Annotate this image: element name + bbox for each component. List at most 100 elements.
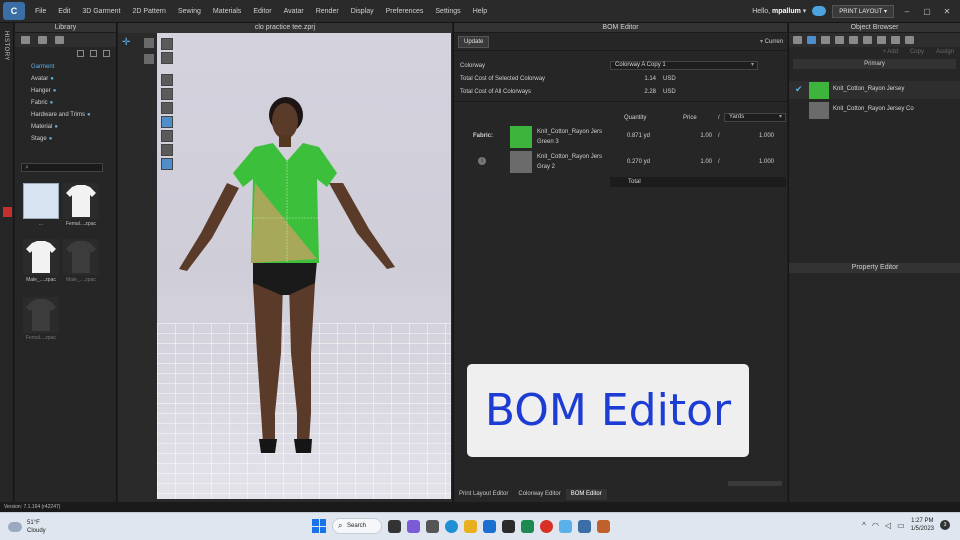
trim-icon[interactable] bbox=[877, 36, 886, 44]
tree-item-fabric[interactable]: Fabric ● bbox=[15, 97, 116, 109]
thumb-folder-icon[interactable] bbox=[23, 183, 59, 219]
pattern-icon[interactable] bbox=[161, 102, 173, 114]
maximize-icon[interactable]: ▢ bbox=[920, 7, 934, 16]
task-view-icon[interactable] bbox=[388, 519, 401, 533]
topstitch-icon[interactable] bbox=[849, 36, 858, 44]
list-item[interactable]: Knit_Cotton_Rayon Jersey Co bbox=[789, 101, 960, 119]
menu-materials[interactable]: Materials bbox=[207, 8, 247, 15]
camera-icon[interactable] bbox=[161, 38, 173, 50]
folder-link-icon[interactable] bbox=[55, 36, 64, 44]
taskbar-search[interactable]: Search bbox=[332, 518, 382, 534]
texture-icon[interactable] bbox=[161, 88, 173, 100]
history-marker-icon[interactable] bbox=[3, 207, 12, 217]
currency-dropdown[interactable]: ▾ Curren bbox=[760, 38, 787, 45]
volume-icon[interactable]: ◁ bbox=[885, 521, 891, 530]
battery-icon[interactable]: ▭ bbox=[897, 521, 905, 530]
app-logo[interactable]: C bbox=[3, 2, 25, 20]
file-explorer-icon[interactable] bbox=[464, 519, 477, 533]
tree-item-avatar[interactable]: Avatar ● bbox=[15, 73, 116, 85]
menu-settings[interactable]: Settings bbox=[429, 8, 466, 15]
tab-colorway-editor[interactable]: Colorway Editor bbox=[513, 489, 565, 500]
menu-avatar[interactable]: Avatar bbox=[278, 8, 310, 15]
fabric-price[interactable]: 1.00 bbox=[680, 133, 712, 139]
close-icon[interactable]: ✕ bbox=[940, 7, 954, 16]
widgets-icon[interactable] bbox=[426, 519, 439, 533]
excel-icon[interactable] bbox=[521, 519, 534, 533]
copy-button[interactable]: Copy bbox=[910, 49, 924, 55]
add-folder-icon[interactable] bbox=[90, 49, 97, 57]
fabric-per[interactable]: 1.000 bbox=[744, 133, 774, 139]
thumb-female-tee-dark[interactable] bbox=[23, 297, 59, 333]
cloud-icon[interactable] bbox=[812, 6, 827, 16]
fabric-swatch-gray[interactable] bbox=[510, 151, 532, 173]
clock[interactable]: 1:27 PM 1/5/2023 bbox=[911, 517, 934, 533]
other-app-icon[interactable] bbox=[597, 519, 610, 533]
minimize-icon[interactable]: – bbox=[900, 7, 914, 16]
select-tool-icon[interactable] bbox=[144, 38, 154, 48]
notification-badge[interactable]: 3 bbox=[940, 520, 950, 530]
list-icon[interactable] bbox=[793, 36, 802, 44]
primary-group[interactable]: Primary bbox=[793, 59, 956, 69]
tree-item-hardware[interactable]: Hardware and Trims ● bbox=[15, 109, 116, 121]
weather-widget[interactable]: 51°F Cloudy bbox=[8, 519, 46, 535]
menu-sewing[interactable]: Sewing bbox=[172, 8, 207, 15]
menu-help[interactable]: Help bbox=[467, 8, 493, 15]
pin-tool-icon[interactable] bbox=[144, 54, 154, 64]
light-icon[interactable] bbox=[161, 144, 173, 156]
fabric-render-icon[interactable] bbox=[161, 74, 173, 86]
thumb-male-tee-dark[interactable] bbox=[63, 239, 99, 275]
tree-item-stage[interactable]: Stage ● bbox=[15, 133, 116, 145]
remove-folder-icon[interactable] bbox=[103, 49, 110, 57]
mail-icon[interactable] bbox=[483, 519, 496, 533]
chrome-icon[interactable] bbox=[540, 519, 553, 533]
tab-print-layout-editor[interactable]: Print Layout Editor bbox=[454, 489, 513, 500]
history-label[interactable]: HISTORY bbox=[3, 31, 9, 61]
colorway-icon[interactable] bbox=[161, 116, 173, 128]
menu-3d-garment[interactable]: 3D Garment bbox=[76, 8, 126, 15]
menu-file[interactable]: File bbox=[29, 8, 52, 15]
menu-edit[interactable]: Edit bbox=[52, 8, 76, 15]
fabric-swatch-green[interactable] bbox=[510, 126, 532, 148]
home-icon[interactable] bbox=[38, 36, 47, 44]
clo-app-icon[interactable] bbox=[578, 519, 591, 533]
tab-bom-editor[interactable]: BOM Editor bbox=[565, 489, 607, 500]
menu-display[interactable]: Display bbox=[345, 8, 380, 15]
scene-icon[interactable] bbox=[905, 36, 914, 44]
avatar-icon[interactable] bbox=[161, 52, 173, 64]
grid-icon[interactable] bbox=[821, 36, 830, 44]
windows-start-icon[interactable] bbox=[312, 519, 326, 533]
fabric-per[interactable]: 1.000 bbox=[744, 159, 774, 165]
menu-preferences[interactable]: Preferences bbox=[380, 8, 430, 15]
dell-icon[interactable] bbox=[502, 519, 515, 533]
star-icon[interactable] bbox=[21, 36, 30, 44]
assign-button[interactable]: Assign bbox=[936, 49, 954, 55]
reset-icon[interactable] bbox=[161, 158, 173, 170]
info-icon[interactable]: i bbox=[478, 157, 486, 165]
edge-icon[interactable] bbox=[445, 519, 458, 533]
zipper-icon[interactable] bbox=[863, 36, 872, 44]
teams-chat-icon[interactable] bbox=[407, 519, 420, 533]
button-icon[interactable] bbox=[835, 36, 844, 44]
horizontal-scrollbar[interactable] bbox=[728, 481, 782, 486]
menu-2d-pattern[interactable]: 2D Pattern bbox=[126, 8, 171, 15]
stretch-icon[interactable] bbox=[161, 130, 173, 142]
chrome-profile-icon[interactable] bbox=[559, 519, 572, 533]
download-icon[interactable] bbox=[77, 49, 84, 57]
update-button[interactable]: Update bbox=[458, 35, 490, 48]
fabric-tab-icon[interactable] bbox=[807, 36, 816, 44]
add-button[interactable]: + Add bbox=[882, 49, 898, 55]
print-layout-button[interactable]: PRINT LAYOUT ▾ bbox=[832, 4, 894, 18]
menu-render[interactable]: Render bbox=[310, 8, 345, 15]
thumb-male-tee[interactable] bbox=[23, 239, 59, 275]
tree-item-hanger[interactable]: Hanger ● bbox=[15, 85, 116, 97]
wifi-icon[interactable]: ◠ bbox=[872, 521, 879, 530]
move-icon[interactable]: ✛ bbox=[122, 38, 132, 48]
hanger-icon[interactable] bbox=[891, 36, 900, 44]
tree-item-garment[interactable]: Garment bbox=[15, 61, 116, 73]
list-item[interactable]: ✔ Knit_Cotton_Rayon Jersey bbox=[789, 81, 960, 99]
3d-viewport[interactable] bbox=[157, 33, 451, 499]
menu-editor[interactable]: Editor bbox=[247, 8, 277, 15]
thumb-female-tee[interactable] bbox=[63, 183, 99, 219]
fabric-price[interactable]: 1.00 bbox=[680, 159, 712, 165]
colorway-select[interactable]: Colorway A Copy 1 ▾ bbox=[610, 61, 758, 70]
